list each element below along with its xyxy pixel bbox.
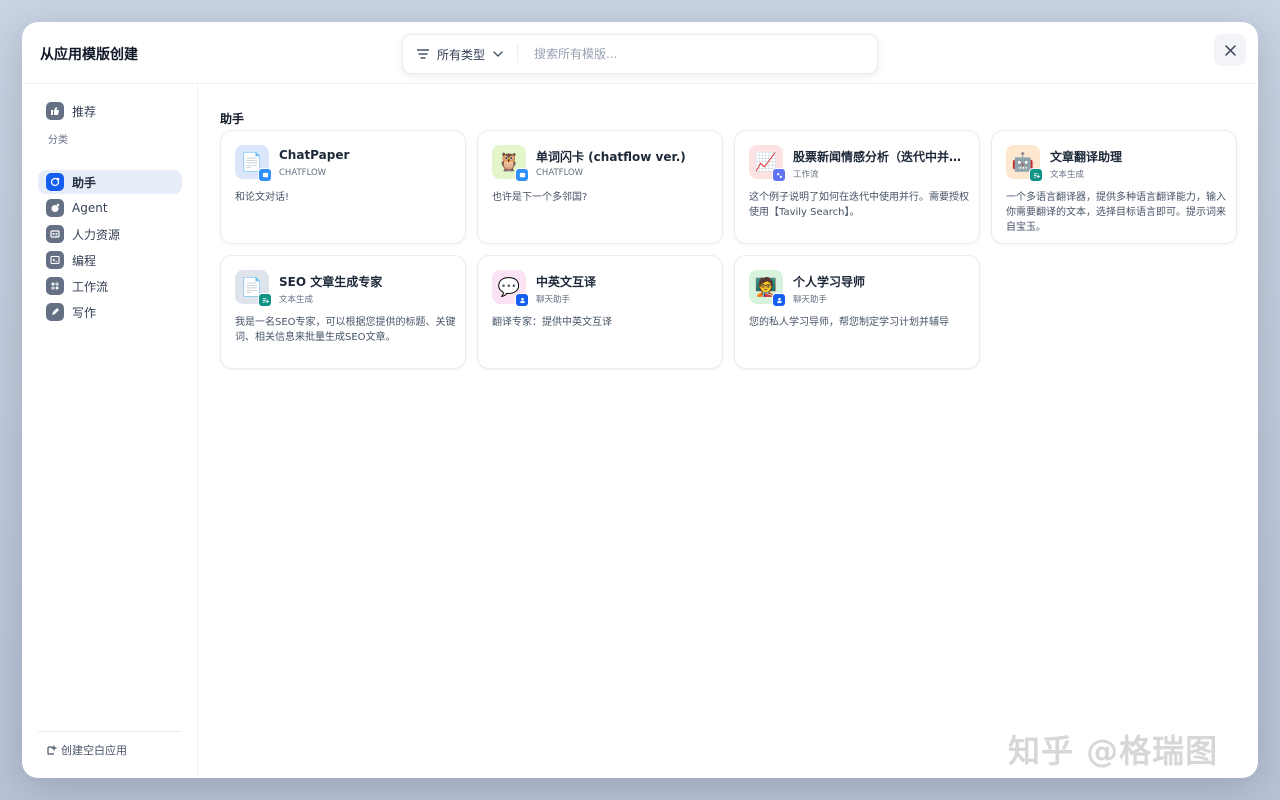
template-search-input[interactable] <box>534 47 855 61</box>
template-type: 工作流 <box>793 170 819 180</box>
template-icon: 📄 <box>235 270 272 307</box>
sidebar-item-label: 人力资源 <box>72 227 121 242</box>
sidebar-item-label: Agent <box>72 201 108 215</box>
create-blank-app-label: 创建空白应用 <box>61 744 127 757</box>
template-description: 和论文对话! <box>235 192 290 203</box>
create-app-icon <box>46 744 57 756</box>
template-card-seo-writer[interactable]: 📄 SEO 文章生成专家 文本生成 我是一名SEO专家，可以根据您提供的标题、关… <box>220 255 466 369</box>
text-generation-badge-icon <box>1029 168 1043 182</box>
sidebar-item-label: 推荐 <box>72 104 97 119</box>
template-type: CHATFLOW <box>279 168 327 178</box>
watermark: 知乎 @格瑞图 <box>1008 732 1219 770</box>
template-type: 文本生成 <box>279 295 314 305</box>
hr-icon <box>46 225 64 243</box>
template-icon: 🧑‍🏫 <box>749 270 786 307</box>
section-heading: 助手 <box>220 112 245 126</box>
template-description: 一个多语言翻译器，提供多种语言翻译能力，输入你需要翻译的文本，选择目标语言即可。… <box>1006 192 1226 233</box>
template-type: 聊天助手 <box>536 295 571 305</box>
template-type: CHATFLOW <box>536 168 584 178</box>
sidebar-item-label: 写作 <box>72 305 97 320</box>
template-description: 也许是下一个多邻国? <box>492 192 588 203</box>
template-name: 个人学习导师 <box>793 275 866 289</box>
chat-assistant-badge-icon <box>515 293 529 307</box>
create-blank-app-button[interactable]: 创建空白应用 <box>38 731 182 758</box>
template-icon: 💬 <box>492 270 529 307</box>
close-button[interactable] <box>1214 34 1246 66</box>
sidebar-item-hr[interactable]: 人力资源 <box>38 222 182 246</box>
template-description: 您的私人学习导师，帮您制定学习计划并辅导 <box>749 317 949 328</box>
chat-assistant-badge-icon <box>772 293 786 307</box>
template-card-zh-en-translate[interactable]: 💬 中英文互译 聊天助手 翻译专家：提供中英文互译 <box>477 255 723 369</box>
sidebar-item-recommend[interactable]: 推荐 <box>38 99 182 123</box>
sidebar-item-assistant[interactable]: 助手 <box>38 170 182 194</box>
filter-icon <box>417 49 429 59</box>
template-card-stock-sentiment[interactable]: 📈 股票新闻情感分析（迭代中并行演示） 工作流 这个例子说明了如何在迭代中使用并… <box>734 130 980 244</box>
template-type: 文本生成 <box>1050 170 1085 180</box>
template-card-personal-tutor[interactable]: 🧑‍🏫 个人学习导师 聊天助手 您的私人学习导师，帮您制定学习计划并辅导 <box>734 255 980 369</box>
template-icon: 📈 <box>749 145 786 182</box>
sidebar-item-workflow[interactable]: 工作流 <box>38 274 182 298</box>
create-from-template-dialog: 从应用模版创建 所有类型 推荐 分 <box>22 22 1258 778</box>
assistant-icon <box>46 173 64 191</box>
template-name: 文章翻译助理 <box>1050 150 1123 164</box>
pen-icon <box>46 303 64 321</box>
template-icon: 📄 <box>235 145 272 182</box>
template-icon: 🦉 <box>492 145 529 182</box>
sidebar-item-label: 工作流 <box>72 279 109 294</box>
template-type: 聊天助手 <box>793 295 828 305</box>
template-description: 我是一名SEO专家，可以根据您提供的标题、关键词、相关信息来批量生成SEO文章。 <box>235 317 456 343</box>
chatflow-badge-icon <box>515 168 529 182</box>
template-card-word-flashcard[interactable]: 🦉 单词闪卡 (chatflow ver.) CHATFLOW 也许是下一个多邻… <box>477 130 723 244</box>
template-list: 助手 📄 ChatPaper CHATFLOW 和论文对话! 🦉 单词闪卡 (c… <box>198 84 1258 778</box>
template-description: 这个例子说明了如何在迭代中使用并行。需要授权使用【Tavily Search】。 <box>749 192 969 218</box>
category-section-label: 分类 <box>48 135 68 146</box>
agent-icon <box>46 199 64 217</box>
template-name: SEO 文章生成专家 <box>279 275 383 289</box>
template-description: 翻译专家：提供中英文互译 <box>492 317 612 328</box>
template-name: 股票新闻情感分析（迭代中并行演示） <box>793 150 969 164</box>
type-filter-dropdown[interactable]: 所有类型 <box>403 45 519 63</box>
terminal-icon <box>46 251 64 269</box>
template-card-chatpaper[interactable]: 📄 ChatPaper CHATFLOW 和论文对话! <box>220 130 466 244</box>
sidebar-item-label: 助手 <box>72 175 97 190</box>
close-icon <box>1224 41 1236 60</box>
chatflow-badge-icon <box>258 168 272 182</box>
dialog-title: 从应用模版创建 <box>40 47 138 63</box>
workflow-badge-icon <box>772 168 786 182</box>
template-name: 中英文互译 <box>536 275 597 289</box>
thumbs-up-icon <box>46 102 64 120</box>
template-name: ChatPaper <box>279 148 350 162</box>
sidebar-item-programming[interactable]: 编程 <box>38 248 182 272</box>
dialog-header: 从应用模版创建 所有类型 <box>22 22 1258 84</box>
template-card-article-translator[interactable]: 🤖 文章翻译助理 文本生成 一个多语言翻译器，提供多种语言翻译能力，输入你需要翻… <box>991 130 1237 244</box>
sidebar-item-label: 编程 <box>72 253 97 268</box>
template-search-bar: 所有类型 <box>402 34 878 74</box>
workflow-icon <box>46 277 64 295</box>
category-sidebar: 推荐 分类 助手 Agent 人力资源 编程 工作流 写作 创建空白应用 <box>22 84 198 778</box>
template-icon: 🤖 <box>1006 145 1043 182</box>
text-generation-badge-icon <box>258 293 272 307</box>
sidebar-item-agent[interactable]: Agent <box>38 196 182 220</box>
type-filter-label: 所有类型 <box>437 47 486 62</box>
sidebar-item-writing[interactable]: 写作 <box>38 300 182 324</box>
chevron-down-icon <box>493 51 503 57</box>
template-name: 单词闪卡 (chatflow ver.) <box>536 150 686 164</box>
